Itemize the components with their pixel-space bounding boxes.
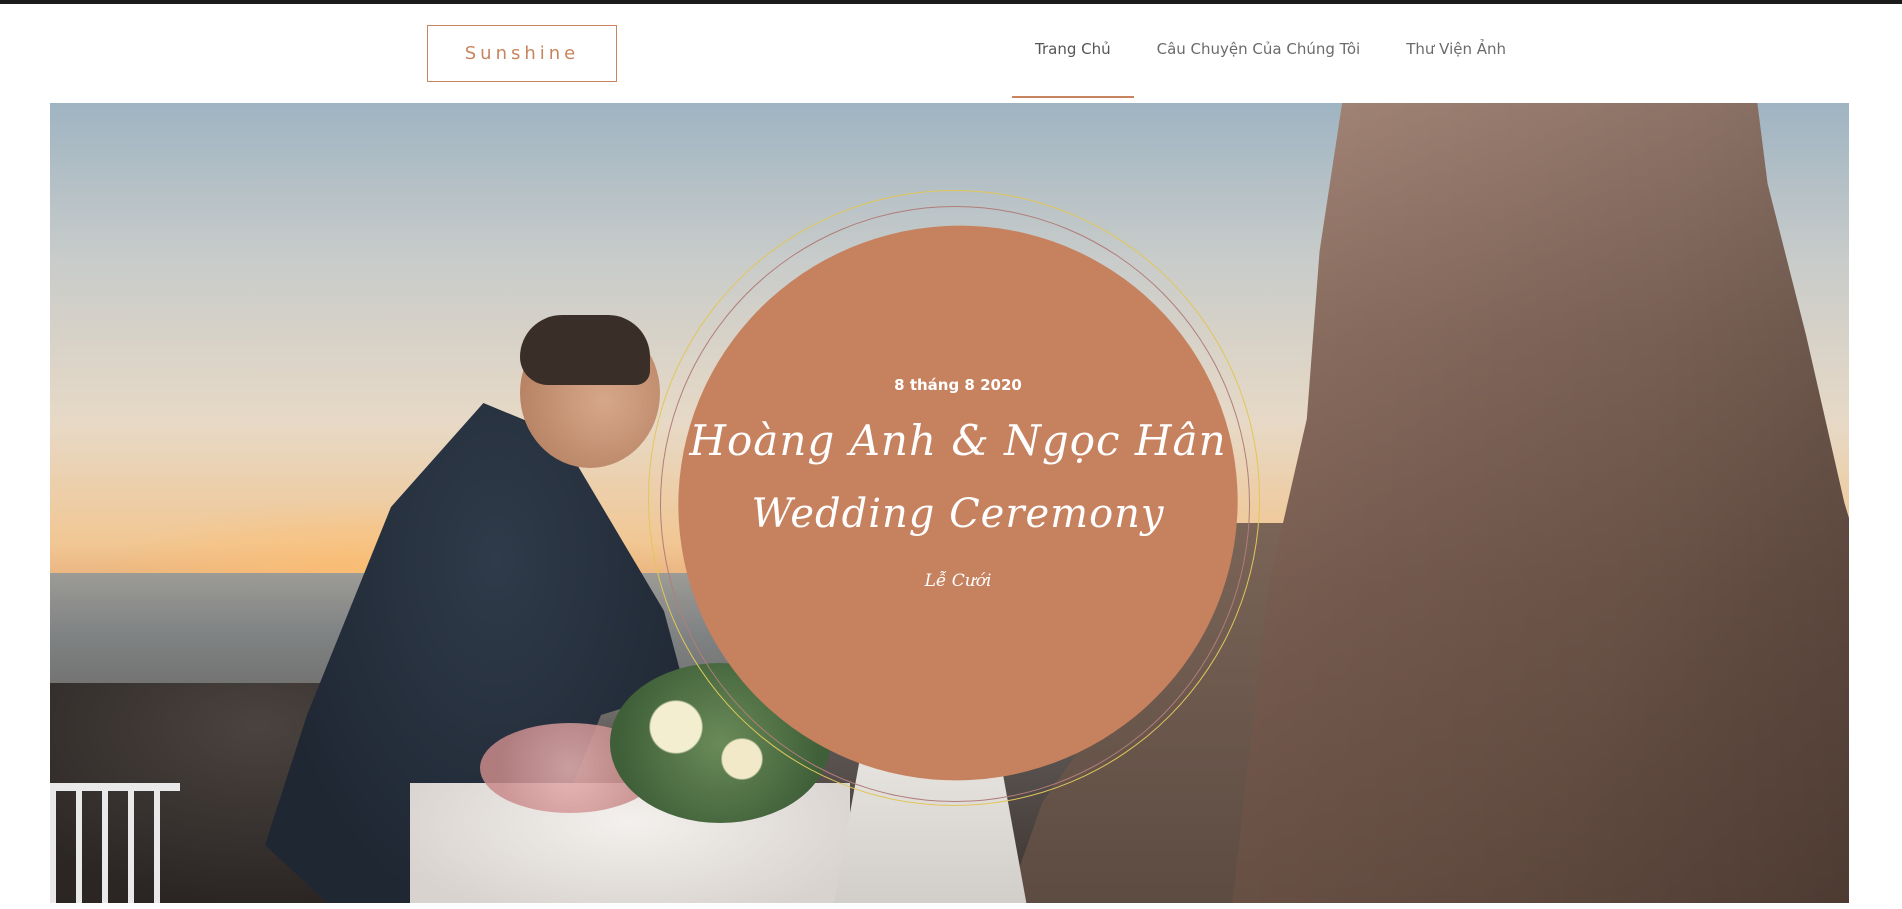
nav-item-home-label: Trang Chủ bbox=[1035, 40, 1111, 58]
rock-cliff bbox=[1230, 103, 1849, 903]
nav-item-gallery[interactable]: Thư Viện Ảnh bbox=[1383, 0, 1529, 98]
logo[interactable]: Sunshine bbox=[427, 25, 617, 82]
ceremony-subtitle: Lễ Cưới bbox=[924, 570, 992, 591]
nav-item-gallery-label: Thư Viện Ảnh bbox=[1406, 40, 1507, 58]
hero-banner: 8 tháng 8 2020 Hoàng Anh & Ngọc Hân Wedd… bbox=[50, 103, 1849, 903]
couple-names: Hoàng Anh & Ngọc Hân bbox=[689, 415, 1227, 465]
ceremony-title: Wedding Ceremony bbox=[751, 490, 1165, 537]
white-chair bbox=[50, 783, 180, 903]
title-block: 8 tháng 8 2020 Hoàng Anh & Ngọc Hân Wedd… bbox=[678, 226, 1238, 780]
nav-item-our-story[interactable]: Câu Chuyện Của Chúng Tôi bbox=[1134, 0, 1384, 98]
nav-item-home[interactable]: Trang Chủ bbox=[1012, 0, 1134, 98]
site-header: Sunshine Trang Chủ Câu Chuyện Của Chúng … bbox=[0, 4, 1902, 102]
wedding-date: 8 tháng 8 2020 bbox=[894, 375, 1022, 394]
groom-hair bbox=[520, 315, 650, 385]
active-nav-underline bbox=[1012, 96, 1134, 98]
main-nav: Trang Chủ Câu Chuyện Của Chúng Tôi Thư V… bbox=[1012, 4, 1529, 102]
nav-item-our-story-label: Câu Chuyện Của Chúng Tôi bbox=[1156, 40, 1361, 58]
